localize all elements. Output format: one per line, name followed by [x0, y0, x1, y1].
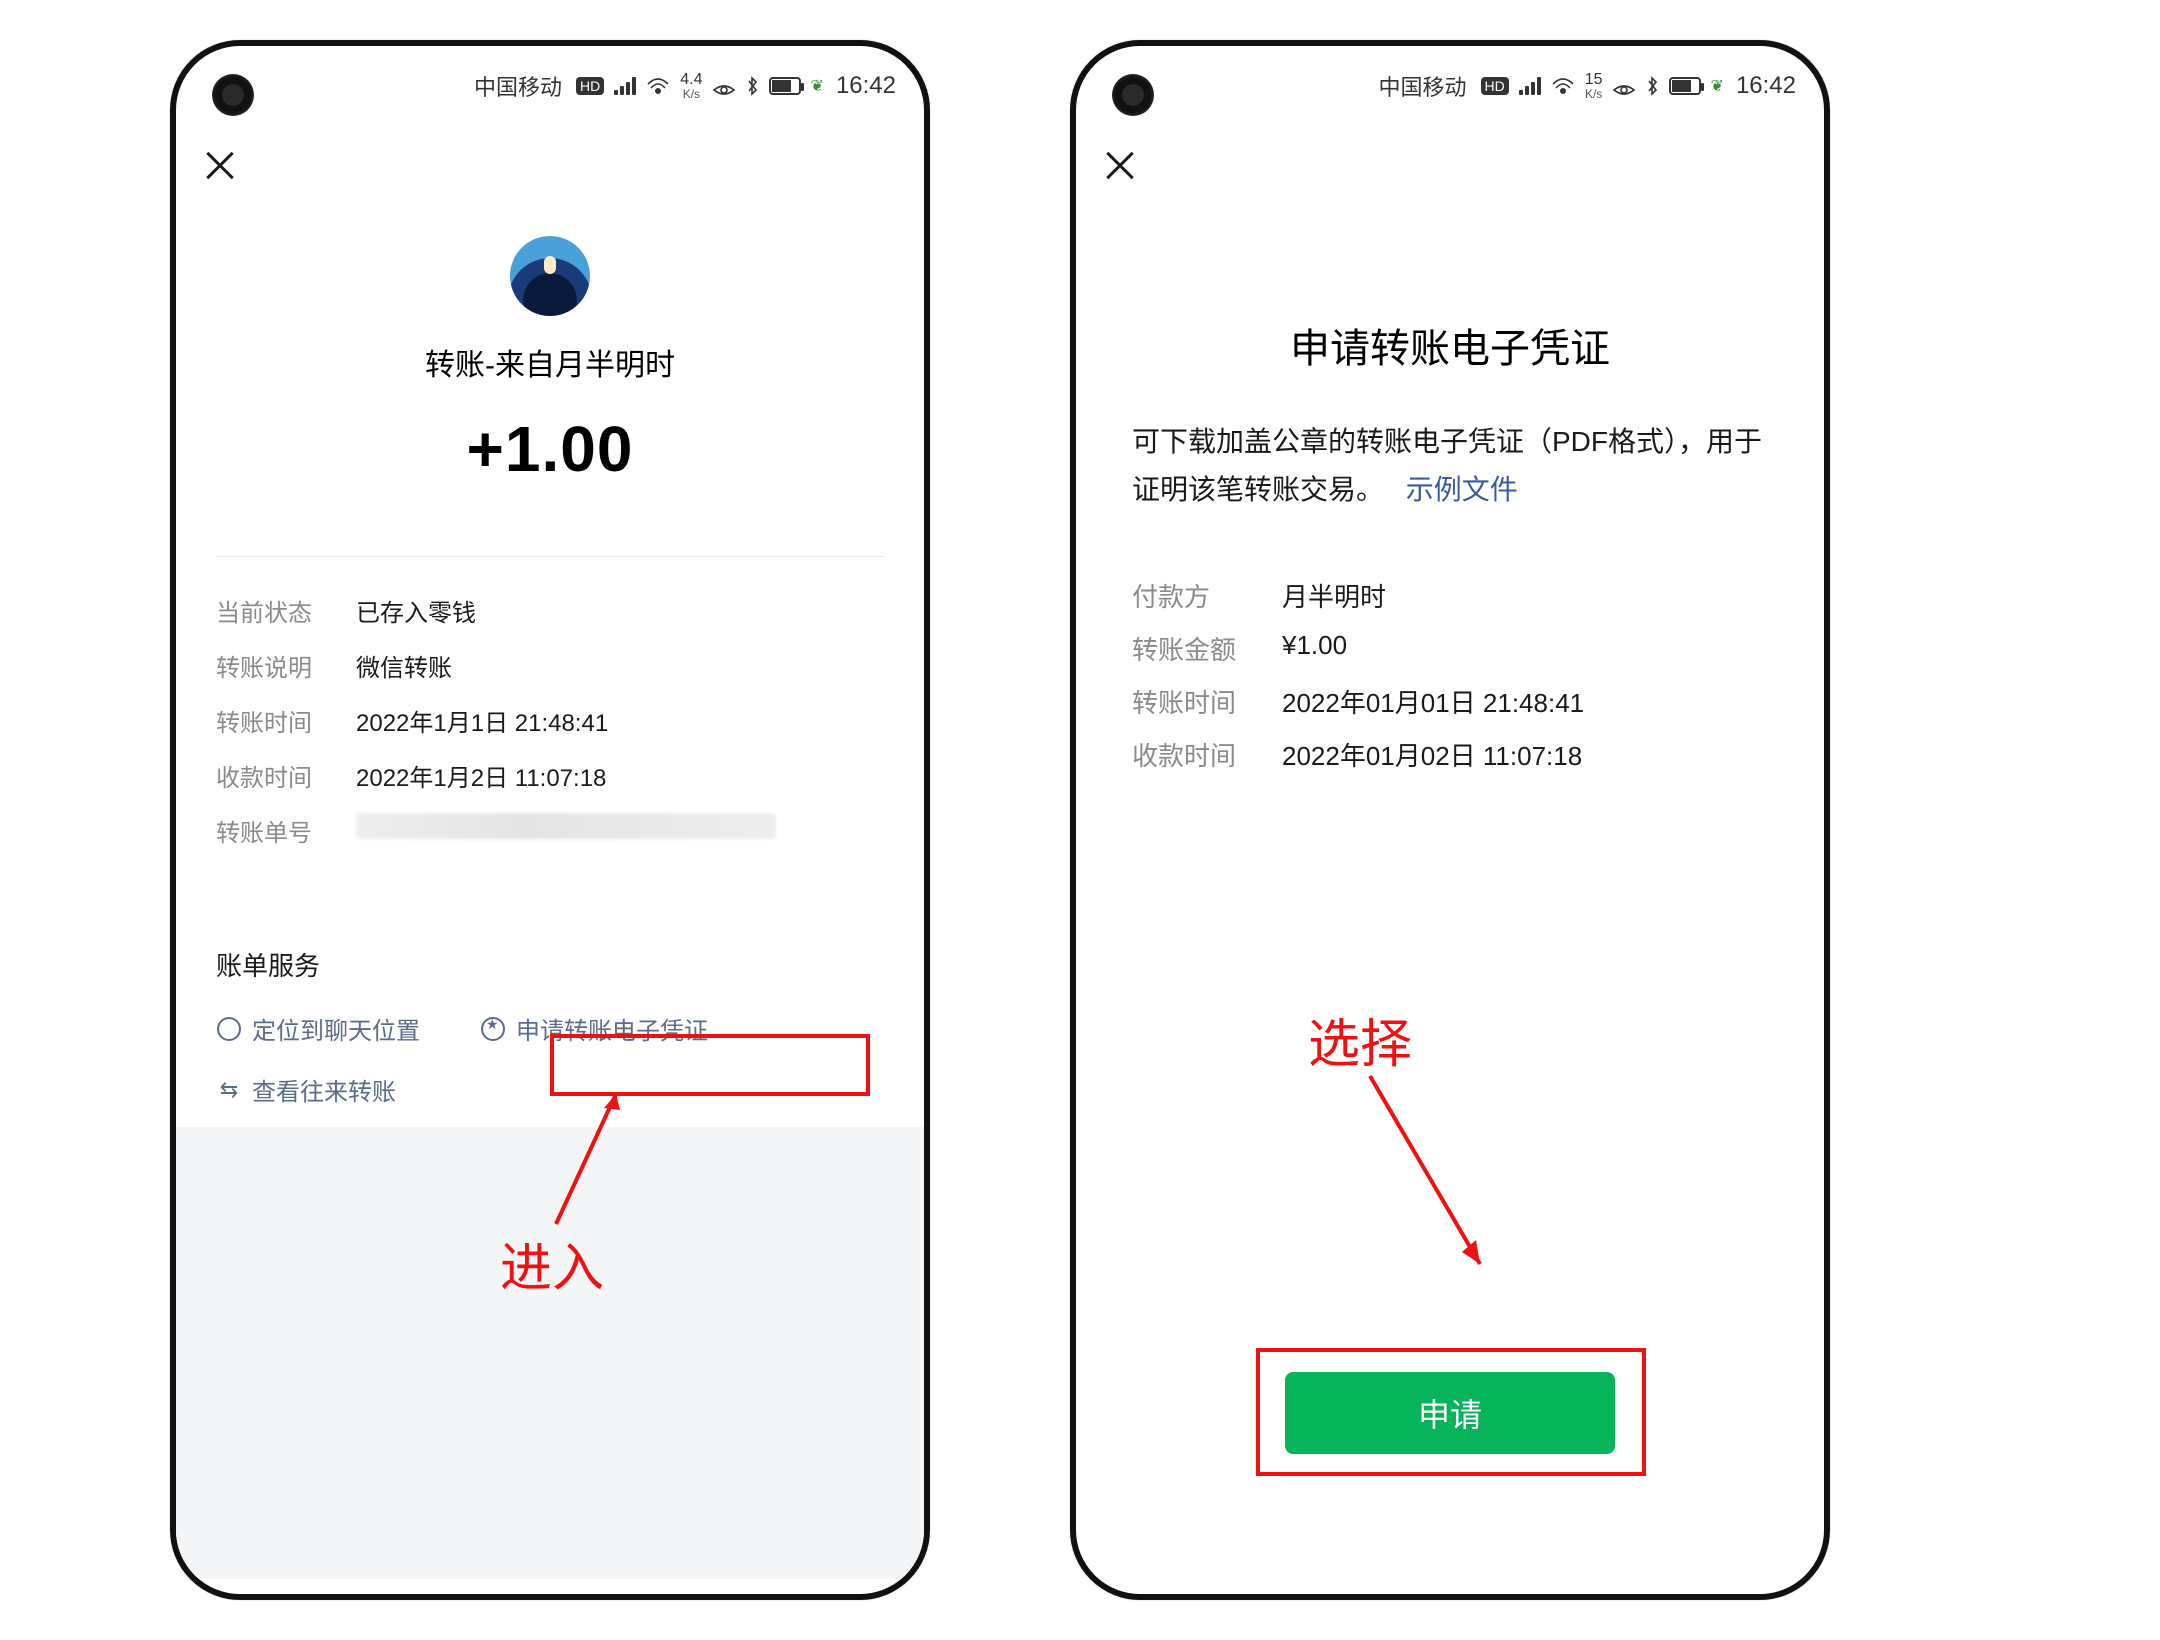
net-speed: 15 K/s	[1585, 72, 1603, 100]
value-receive-time: 2022年1月2日 11:07:18	[356, 758, 606, 793]
label-receive-time: 收款时间	[216, 758, 356, 793]
transfer-detail-screen: 转账-来自月半明时 +1.00 当前状态 已存入零钱 转账说明 微信转账 转账时…	[176, 236, 924, 858]
bluetooth-icon	[1645, 76, 1659, 96]
label-transfer-time: 转账时间	[1132, 683, 1282, 720]
label-order-no: 转账单号	[216, 813, 356, 848]
eye-icon	[713, 78, 735, 94]
signal-icon	[614, 77, 636, 95]
chat-bubble-icon	[216, 1016, 242, 1042]
service-view-history[interactable]: ⇆ 查看往来转账	[216, 1072, 396, 1107]
carrier-label: 中国移动	[1378, 70, 1466, 102]
label-transfer-time: 转账时间	[216, 703, 356, 738]
detail-row-transfer-time: 转账时间 2022年01月01日 21:48:41	[1132, 675, 1768, 728]
label-payer: 付款方	[1132, 577, 1282, 614]
phone-frame-right: 中国移动 HD 15 K/s ❦ 16:42 申请转账电子凭证	[1070, 40, 1830, 1600]
service-apply-receipt[interactable]: 申请转账电子凭证	[480, 1011, 708, 1046]
value-payer: 月半明时	[1282, 577, 1386, 614]
hd-badge: HD	[1481, 77, 1509, 95]
service-label: 定位到聊天位置	[252, 1011, 420, 1046]
phone-frame-left: 中国移动 HD 4.4 K/s ❦ 16:42	[170, 40, 930, 1600]
label-note: 转账说明	[216, 648, 356, 683]
detail-table: 当前状态 已存入零钱 转账说明 微信转账 转账时间 2022年1月1日 21:4…	[216, 583, 884, 858]
battery-icon	[1669, 77, 1701, 95]
nav-bar	[176, 126, 924, 206]
detail-row-amount: 转账金额 ¥1.00	[1132, 622, 1768, 675]
hd-badge: HD	[576, 77, 604, 95]
value-note: 微信转账	[356, 648, 452, 683]
eye-icon	[1613, 78, 1635, 94]
apply-receipt-screen: 申请转账电子凭证 可下载加盖公章的转账电子凭证（PDF格式），用于证明该笔转账交…	[1076, 316, 1824, 781]
side-button	[1828, 306, 1830, 366]
page-title: 申请转账电子凭证	[1132, 316, 1768, 374]
wifi-icon	[1551, 76, 1575, 96]
value-transfer-time: 2022年1月1日 21:48:41	[356, 703, 608, 738]
nav-bar	[1076, 126, 1824, 206]
carrier-label: 中国移动	[474, 70, 562, 102]
status-bar: 中国移动 HD 15 K/s ❦ 16:42	[1076, 46, 1824, 126]
wifi-icon	[646, 76, 670, 96]
front-camera	[212, 74, 254, 116]
apply-button[interactable]: 申请	[1285, 1372, 1615, 1454]
value-status: 已存入零钱	[356, 593, 476, 628]
close-icon[interactable]	[202, 148, 238, 184]
label-status: 当前状态	[216, 593, 356, 628]
sender-avatar	[510, 236, 590, 316]
net-speed: 4.4 K/s	[680, 72, 702, 100]
label-amount: 转账金额	[1132, 630, 1282, 667]
page-description: 可下载加盖公章的转账电子凭证（PDF格式），用于证明该笔转账交易。 示例文件	[1132, 418, 1768, 513]
close-icon[interactable]	[1102, 148, 1138, 184]
annotation-select-label: 选择	[1308, 1002, 1412, 1077]
bluetooth-icon	[745, 76, 759, 96]
detail-row-note: 转账说明 微信转账	[216, 638, 884, 693]
detail-row-status: 当前状态 已存入零钱	[216, 583, 884, 638]
battery-icon	[769, 77, 801, 95]
annotation-enter-label: 进入	[500, 1226, 604, 1301]
service-locate-chat[interactable]: 定位到聊天位置	[216, 1011, 420, 1046]
transfer-title: 转账-来自月半明时	[216, 340, 884, 384]
bottom-blank	[176, 1139, 924, 1579]
sample-file-link[interactable]: 示例文件	[1406, 474, 1518, 505]
detail-row-payer: 付款方 月半明时	[1132, 569, 1768, 622]
leaf-icon: ❦	[1711, 76, 1724, 96]
stamp-icon	[480, 1016, 506, 1042]
receipt-detail-table: 付款方 月半明时 转账金额 ¥1.00 转账时间 2022年01月01日 21:…	[1132, 569, 1768, 781]
value-order-no-redacted	[356, 813, 776, 839]
detail-row-transfer-time: 转账时间 2022年1月1日 21:48:41	[216, 693, 884, 748]
leaf-icon: ❦	[811, 76, 824, 96]
side-button	[928, 426, 930, 586]
swap-icon: ⇆	[216, 1077, 242, 1103]
section-title: 账单服务	[216, 946, 884, 983]
detail-row-receive-time: 收款时间 2022年01月02日 11:07:18	[1132, 728, 1768, 781]
label-receive-time: 收款时间	[1132, 736, 1282, 773]
bill-services-section: 账单服务 定位到聊天位置 申请转账电子凭证 ⇆ 查看往来转账	[176, 918, 924, 1127]
side-button	[1828, 426, 1830, 586]
clock-time: 16:42	[836, 72, 896, 100]
service-label: 申请转账电子凭证	[516, 1011, 708, 1046]
divider	[216, 556, 884, 557]
side-button	[928, 306, 930, 366]
detail-row-receive-time: 收款时间 2022年1月2日 11:07:18	[216, 748, 884, 803]
front-camera	[1112, 74, 1154, 116]
status-bar: 中国移动 HD 4.4 K/s ❦ 16:42	[176, 46, 924, 126]
detail-row-order-no: 转账单号	[216, 803, 884, 858]
value-transfer-time: 2022年01月01日 21:48:41	[1282, 683, 1584, 720]
value-amount: ¥1.00	[1282, 630, 1347, 667]
value-receive-time: 2022年01月02日 11:07:18	[1282, 736, 1582, 773]
service-label: 查看往来转账	[252, 1072, 396, 1107]
signal-icon	[1519, 77, 1541, 95]
clock-time: 16:42	[1736, 72, 1796, 100]
transfer-amount: +1.00	[216, 412, 884, 486]
